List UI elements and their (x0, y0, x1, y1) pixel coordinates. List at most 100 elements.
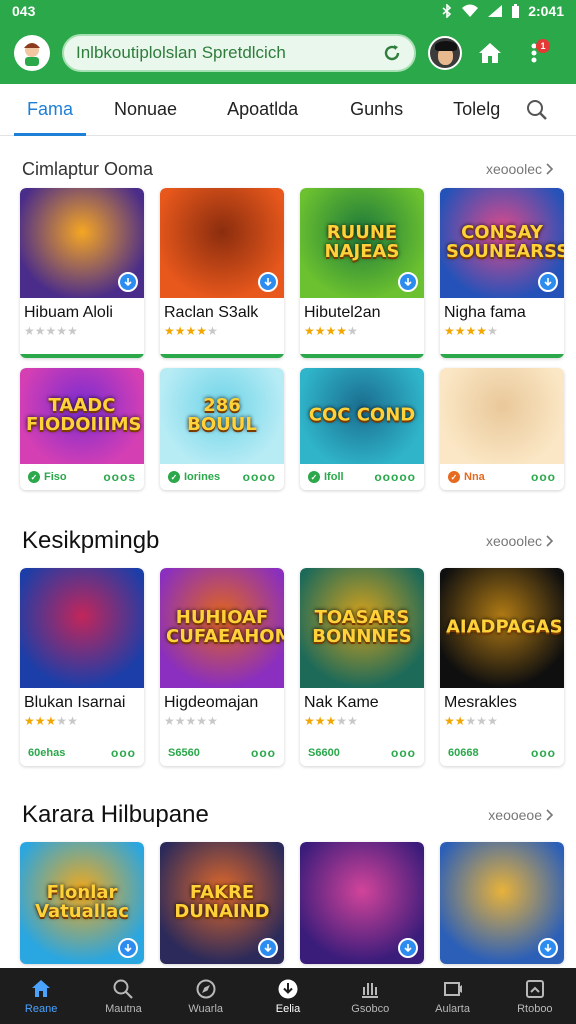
see-all-link[interactable]: xeooolec (486, 161, 554, 177)
games-icon (443, 981, 462, 996)
section-header: Karara Hilbupane xeooeoe (0, 798, 576, 832)
app-logo[interactable] (14, 35, 50, 71)
rating-stars: ★★★★★ (160, 322, 284, 340)
status-clock: 2:041 (528, 3, 564, 19)
game-thumbnail[interactable] (440, 368, 564, 464)
game-thumbnail[interactable]: TOASARS BONNNES (300, 568, 424, 688)
star-icon: ★ (67, 324, 78, 338)
game-thumbnail[interactable]: COC COND (300, 368, 424, 464)
download-badge[interactable] (118, 272, 138, 292)
game-card[interactable]: TOASARS BONNNES Nak Kame ★★★★★ S6600 ooo (300, 568, 424, 766)
game-thumbnail[interactable] (20, 568, 144, 688)
tab-nonuae[interactable]: Nonuae (112, 84, 179, 136)
see-all-link[interactable]: xeooolec (486, 533, 554, 549)
card-footer: ✓ Fiso ooos (20, 464, 144, 490)
nav-gsobco[interactable]: Gsobco (330, 978, 410, 1015)
more-options[interactable]: ooo (111, 746, 136, 760)
game-thumbnail[interactable] (440, 842, 564, 964)
more-options[interactable]: ooo (251, 746, 276, 760)
more-options[interactable]: ooo (531, 470, 556, 484)
game-card[interactable]: RUUNE NAJEAS Hibutel2an ★★★★★ (300, 188, 424, 358)
more-options[interactable]: ooooo (374, 470, 416, 484)
download-badge[interactable] (258, 938, 278, 958)
tab-tolelg[interactable]: Tolelg (451, 84, 502, 136)
game-thumbnail[interactable] (160, 188, 284, 298)
download-badge[interactable] (258, 272, 278, 292)
download-badge[interactable] (538, 938, 558, 958)
search-input[interactable] (76, 43, 374, 63)
download-icon (544, 944, 552, 953)
game-thumbnail[interactable]: FAKRE DUNAIND (160, 842, 284, 964)
nav-aularta[interactable]: Aularta (413, 978, 493, 1015)
game-thumbnail[interactable]: HUHIOAF CUFAEAHOMN (160, 568, 284, 688)
game-card[interactable]: HUHIOAF CUFAEAHOMNHigdeomajan★★★★★S6560o… (160, 568, 284, 766)
game-thumbnail[interactable] (300, 842, 424, 964)
more-options[interactable]: ooos (103, 470, 136, 484)
game-card[interactable]: Flonlar Vatuallac (20, 842, 144, 964)
see-all-link[interactable]: xeooeoe (488, 807, 554, 823)
game-card[interactable]: Blukan Isarnai ★★★★★ 60ehas ooo (20, 568, 144, 766)
more-button[interactable]: 1 (518, 37, 550, 69)
nav-eelia[interactable]: Eelia (248, 978, 328, 1015)
nav-reane[interactable]: Reane (1, 978, 81, 1015)
game-thumbnail[interactable]: RUUNE NAJEAS (300, 188, 424, 298)
tab-apoatlda[interactable]: Apoatlda (225, 84, 300, 136)
nav-mautna[interactable]: Mautna (83, 978, 163, 1015)
download-icon (278, 979, 298, 998)
game-thumbnail[interactable]: CONSAY SOUNEARSS (440, 188, 564, 298)
star-icon: ★ (465, 324, 477, 338)
game-card[interactable]: TAADC FIODOIIIMS ✓ Fiso ooos (20, 368, 144, 490)
game-thumbnail[interactable]: TAADC FIODOIIIMS (20, 368, 144, 464)
more-options[interactable]: ooo (531, 746, 556, 760)
star-icon: ★ (24, 324, 35, 338)
game-thumbnail[interactable]: 286 BOUUL (160, 368, 284, 464)
refresh-icon[interactable] (382, 43, 402, 63)
tab-gunhs[interactable]: Gunhs (348, 84, 405, 136)
game-card[interactable]: Raclan S3alk ★★★★★ (160, 188, 284, 358)
tab-search[interactable] (524, 84, 550, 136)
game-card[interactable]: 286 BOUUL ✓ Iorines oooo (160, 368, 284, 490)
rating-stars: ★★★★★ (20, 712, 144, 730)
section-title: Cimlaptur Ooma (22, 158, 154, 179)
game-card[interactable]: COC COND ✓ Ifoll ooooo (300, 368, 424, 490)
home-button[interactable] (474, 37, 506, 69)
game-title: Nak Kame (304, 694, 379, 711)
game-card[interactable] (300, 842, 424, 964)
section-title: Kesikpmingb (22, 527, 160, 554)
star-icon: ★ (487, 714, 498, 728)
download-badge[interactable] (398, 272, 418, 292)
profile-icon (525, 979, 544, 998)
download-badge[interactable] (538, 272, 558, 292)
game-card[interactable]: AIADPAGAS Mesrakles ★★★★★ 60668 ooo (440, 568, 564, 766)
game-thumbnail[interactable] (20, 188, 144, 298)
game-card[interactable] (440, 842, 564, 964)
card-spacer (300, 340, 424, 354)
game-card[interactable]: CONSAY SOUNEARSS Nigha fama ★★★★★ (440, 188, 564, 358)
download-badge[interactable] (398, 938, 418, 958)
nav-wuarla[interactable]: Wuarla (166, 978, 246, 1015)
more-options[interactable]: ooo (391, 746, 416, 760)
game-card[interactable]: ✓ Nna ooo (440, 368, 564, 490)
search-bar[interactable] (62, 34, 416, 72)
thumbnail-title: TAADC FIODOIIIMS (26, 395, 142, 435)
nav-rtoboo[interactable]: Rtoboo (495, 978, 575, 1015)
game-card[interactable]: FAKRE DUNAIND (160, 842, 284, 964)
star-icon: ★ (476, 714, 488, 728)
star-icon: ★ (325, 714, 337, 728)
game-thumbnail[interactable]: Flonlar Vatuallac (20, 842, 144, 964)
star-icon: ★ (314, 324, 326, 338)
game-thumbnail[interactable]: AIADPAGAS (440, 568, 564, 688)
card-row-secondary: TAADC FIODOIIIMS ✓ Fiso ooos 286 BOUUL ✓ Iorin… (0, 368, 576, 490)
more-options[interactable]: oooo (243, 470, 276, 484)
tab-fama[interactable]: Fama (14, 84, 86, 136)
game-card[interactable]: Hibuam Aloli ★★★★★ (20, 188, 144, 358)
chevron-right-icon (546, 809, 554, 821)
user-avatar[interactable] (428, 36, 462, 70)
star-icon: ★ (174, 324, 186, 338)
thumbnail-title: CONSAY SOUNEARSS (446, 222, 564, 262)
download-badge[interactable] (118, 938, 138, 958)
card-spacer (20, 340, 144, 354)
avatar-hair (435, 41, 457, 51)
section-popular: Karara Hilbupane xeooeoe Flonlar Vatuall… (0, 798, 576, 964)
top-bar: 043 2:041 1 (0, 0, 576, 84)
